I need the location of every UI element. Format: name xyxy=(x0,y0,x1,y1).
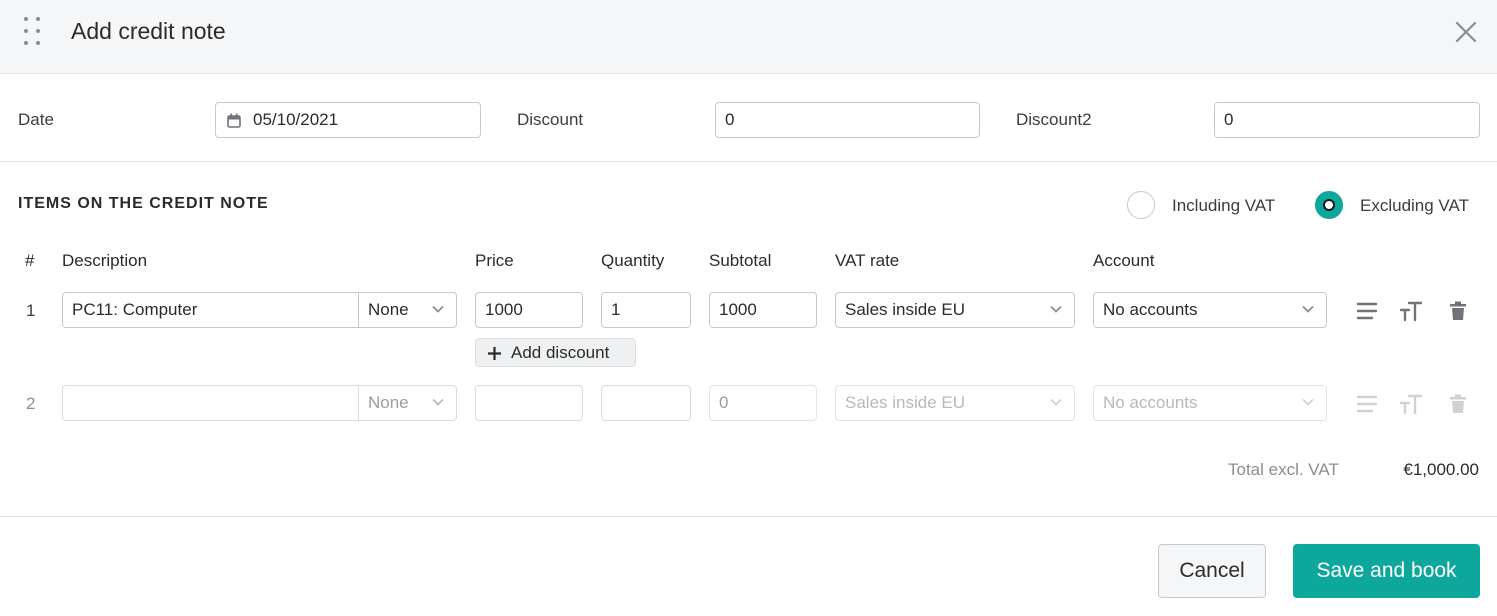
add-discount-button[interactable]: Add discount xyxy=(475,338,636,367)
account-select[interactable]: No accounts xyxy=(1093,292,1327,328)
chevron-down-icon xyxy=(432,398,444,406)
subtotal-input[interactable]: 0 xyxy=(709,385,817,421)
column-header-number: # xyxy=(25,251,35,270)
vat-rate-value: Sales inside EU xyxy=(845,393,966,412)
dialog-title: Add credit note xyxy=(71,18,226,44)
vat-rate-select[interactable]: Sales inside EU xyxy=(835,292,1075,328)
column-header-vat-rate: VAT rate xyxy=(835,251,900,270)
lines-icon[interactable] xyxy=(1356,300,1378,322)
items-section-title: ITEMS ON THE CREDIT NOTE xyxy=(18,195,269,212)
account-select[interactable]: No accounts xyxy=(1093,385,1327,421)
unit-select-value: None xyxy=(368,300,409,319)
column-header-description: Description xyxy=(62,251,148,270)
subtotal-input[interactable]: 1000 xyxy=(709,292,817,328)
date-input[interactable]: 05/10/2021 xyxy=(215,102,481,138)
trash-icon[interactable] xyxy=(1447,393,1469,415)
discount2-input[interactable]: 0 xyxy=(1214,102,1480,138)
divider xyxy=(0,161,1497,162)
discount-input[interactable]: 0 xyxy=(715,102,980,138)
price-input[interactable] xyxy=(475,385,583,421)
column-header-quantity: Quantity xyxy=(601,251,665,270)
chevron-down-icon xyxy=(1050,398,1062,406)
text-size-icon[interactable] xyxy=(1400,393,1422,415)
lines-icon[interactable] xyxy=(1356,393,1378,415)
including-vat-radio[interactable] xyxy=(1127,191,1155,219)
dialog-header: Add credit note xyxy=(0,0,1497,74)
column-header-price: Price xyxy=(475,251,514,270)
unit-select[interactable]: None xyxy=(358,385,457,421)
date-value: 05/10/2021 xyxy=(253,110,339,129)
price-input[interactable]: 1000 xyxy=(475,292,583,328)
plus-icon xyxy=(488,347,501,360)
total-excl-vat-value: €1,000.00 xyxy=(1403,460,1479,479)
vat-rate-value: Sales inside EU xyxy=(845,300,966,319)
excluding-vat-radio[interactable] xyxy=(1315,191,1343,219)
chevron-down-icon xyxy=(1302,305,1314,313)
trash-icon[interactable] xyxy=(1447,300,1469,322)
close-icon[interactable] xyxy=(1452,18,1480,46)
drag-handle-icon[interactable] xyxy=(24,17,40,45)
chevron-down-icon xyxy=(1302,398,1314,406)
divider xyxy=(0,516,1497,517)
row-number: 2 xyxy=(26,394,36,413)
chevron-down-icon xyxy=(432,305,444,313)
column-header-account: Account xyxy=(1093,251,1155,270)
text-size-icon[interactable] xyxy=(1400,300,1422,322)
chevron-down-icon xyxy=(1050,305,1062,313)
including-vat-label: Including VAT xyxy=(1172,196,1276,215)
column-header-subtotal: Subtotal xyxy=(709,251,772,270)
calendar-icon xyxy=(227,113,241,128)
quantity-input[interactable]: 1 xyxy=(601,292,691,328)
unit-select-value: None xyxy=(368,393,409,412)
date-label: Date xyxy=(18,110,54,129)
description-input[interactable]: PC11: Computer xyxy=(62,292,359,328)
row-number: 1 xyxy=(26,301,36,320)
description-input[interactable] xyxy=(62,385,359,421)
cancel-button[interactable]: Cancel xyxy=(1158,544,1266,598)
unit-select[interactable]: None xyxy=(358,292,457,328)
account-value: No accounts xyxy=(1103,393,1198,412)
vat-rate-select[interactable]: Sales inside EU xyxy=(835,385,1075,421)
total-excl-vat-label: Total excl. VAT xyxy=(1228,460,1339,479)
save-and-book-button[interactable]: Save and book xyxy=(1293,544,1480,598)
add-discount-label: Add discount xyxy=(511,343,610,362)
quantity-input[interactable] xyxy=(601,385,691,421)
discount-label: Discount xyxy=(517,110,584,129)
discount2-label: Discount2 xyxy=(1016,110,1092,129)
account-value: No accounts xyxy=(1103,300,1198,319)
excluding-vat-label: Excluding VAT xyxy=(1360,196,1469,215)
